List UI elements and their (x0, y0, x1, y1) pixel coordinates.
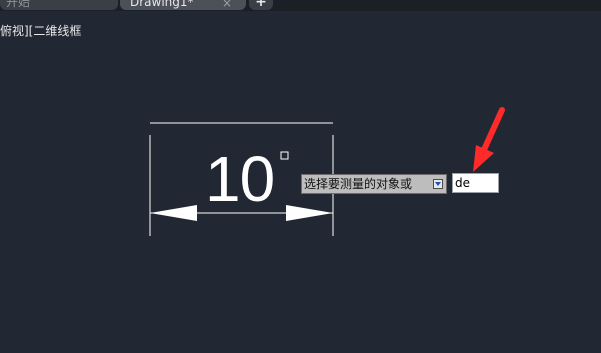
command-input[interactable]: de (452, 173, 499, 193)
prompt-text: 选择要测量的对象或 (304, 177, 413, 191)
dimension-value: 10 (205, 143, 275, 215)
dimension-arrow-right (286, 205, 333, 221)
red-arrow-icon (473, 107, 505, 172)
dropdown-arrow-icon[interactable] (433, 179, 443, 189)
command-prompt-tooltip: 选择要测量的对象或 (301, 174, 447, 194)
dimension-arrow-left (150, 205, 197, 221)
